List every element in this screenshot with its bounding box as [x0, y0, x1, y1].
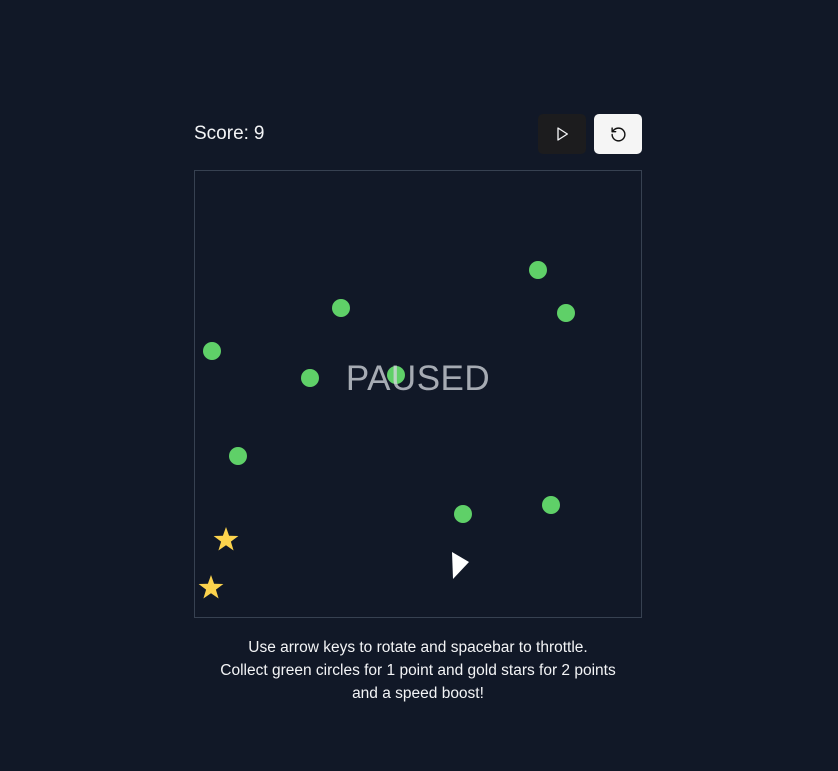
player-ship-icon [452, 552, 469, 579]
collectible-circle [557, 304, 575, 322]
instructions-line-1: Use arrow keys to rotate and spacebar to… [248, 639, 588, 656]
rotate-ccw-icon [610, 126, 626, 142]
instructions: Use arrow keys to rotate and spacebar to… [194, 636, 642, 705]
score-label: Score: [194, 123, 249, 144]
game-board[interactable]: PAUSED [194, 170, 642, 618]
play-icon [557, 127, 568, 141]
game-container: Score: 9 PAUSED Use arrow keys to rotate… [194, 114, 642, 702]
collectible-circle [332, 299, 350, 317]
paused-overlay-text: PAUSED [345, 359, 491, 398]
instructions-line-3: and a speed boost! [352, 685, 484, 702]
play-button[interactable] [538, 114, 586, 154]
score-display: Score: 9 [194, 123, 265, 145]
collectible-circle [542, 496, 560, 514]
collectible-circle [229, 447, 247, 465]
score-value: 9 [253, 123, 265, 144]
game-toolbar: Score: 9 [194, 114, 642, 154]
gold-star-icon [213, 527, 239, 551]
collectible-circle [454, 505, 472, 523]
reset-button[interactable] [594, 114, 642, 154]
instructions-line-2: Collect green circles for 1 point and go… [220, 662, 616, 679]
collectible-circle [203, 342, 221, 360]
collectible-circle [529, 261, 547, 279]
gold-star-icon [198, 575, 224, 599]
